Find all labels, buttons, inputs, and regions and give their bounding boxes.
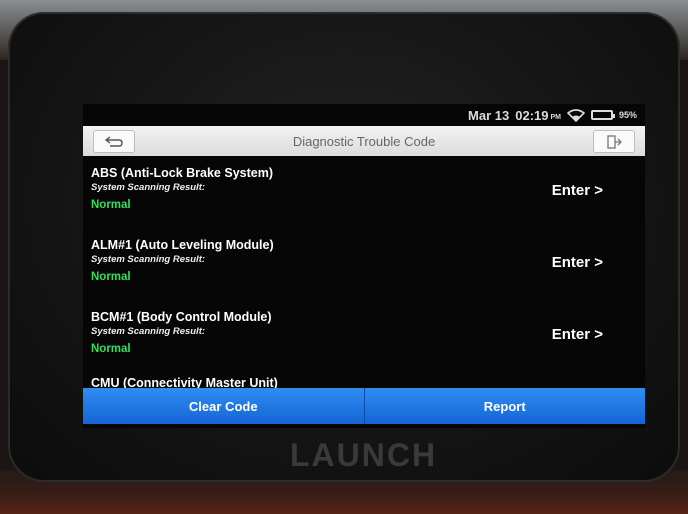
status-date: Mar 13 [468,107,510,123]
enter-button[interactable]: Enter > [552,326,603,343]
clear-code-button[interactable]: Clear Code [83,388,365,424]
report-button[interactable]: Report [364,388,645,424]
system-status: Normal [91,343,131,355]
system-status: Normal [91,199,131,211]
status-time: 02:19 [515,107,549,123]
list-item: ALM#1 (Auto Leveling Module) System Scan… [83,230,645,302]
list-item: BCM#1 (Body Control Module) System Scann… [83,302,645,374]
back-arrow-icon [104,135,123,147]
system-list: ABS (Anti-Lock Brake System) System Scan… [83,158,645,388]
system-status: Normal [91,271,131,283]
system-name: ABS (Anti-Lock Brake System) [91,166,273,180]
page-title: Diagnostic Trouble Code [292,133,436,149]
action-bar: Clear Code Report [83,388,645,424]
system-name: BCM#1 (Body Control Module) [91,310,272,324]
system-name: ALM#1 (Auto Leveling Module) [91,238,274,252]
enter-button[interactable]: Enter > [552,182,603,199]
device-screen: Mar 13 02:19 PM 95% Diagnostic Trouble C… [83,104,645,428]
title-bar: Diagnostic Trouble Code [83,126,645,156]
exit-button[interactable] [593,130,635,153]
status-bar: Mar 13 02:19 PM 95% [83,104,645,126]
battery-icon [590,110,615,120]
list-item-partial: CMU (Connectivity Master Unit) [91,376,278,388]
exit-icon [607,134,622,149]
list-item: ABS (Anti-Lock Brake System) System Scan… [83,158,645,230]
battery-percent: 95% [618,110,637,120]
back-button[interactable] [93,130,135,153]
brand-logo: LAUNCH [290,437,438,473]
wifi-icon [566,108,585,122]
status-ampm: PM [550,114,561,121]
enter-button[interactable]: Enter > [552,254,603,271]
